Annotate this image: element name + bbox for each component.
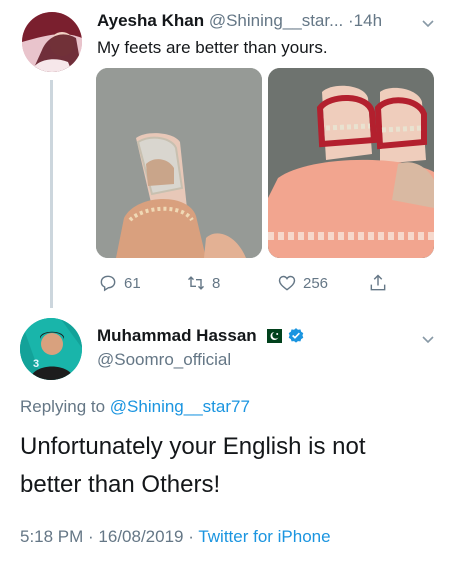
verified-badge-icon [288, 328, 303, 343]
like-icon [278, 275, 296, 291]
avatar-ayesha[interactable] [22, 12, 82, 72]
avatar-muhammad[interactable]: 3 [20, 318, 82, 380]
tweet2-text: Unfortunately your English is not better… [20, 428, 366, 504]
share-icon [370, 274, 386, 291]
chevron-down-icon[interactable] [421, 16, 435, 30]
tweet2-text-line2: better than Others! [20, 471, 221, 498]
tweet2-display-name[interactable]: Muhammad Hassan [97, 326, 257, 346]
tweet2-timestamp[interactable]: 5:18 PM · 16/08/2019 · [20, 527, 194, 546]
retweet-button[interactable]: 8 [186, 272, 220, 294]
tweet2-text-line1: Unfortunately your English is not [20, 433, 366, 460]
tweet2-source[interactable]: Twitter for iPhone [198, 527, 330, 546]
like-button[interactable]: 256 [277, 272, 328, 294]
thread-line [50, 80, 53, 308]
tweet1-photo-right[interactable] [268, 68, 434, 258]
replying-to-handle[interactable]: @Shining__star77 [110, 397, 250, 416]
tweet2-header: Muhammad Hassan [97, 326, 305, 346]
tweet1-time[interactable]: 14h [354, 11, 382, 30]
tweet1-header: Ayesha Khan @Shining__star... ·14h [97, 11, 382, 31]
tweet1-photo-left[interactable] [96, 68, 262, 258]
reply-button[interactable]: 61 [98, 272, 141, 294]
tweet1-handle[interactable]: @Shining__star... [209, 11, 343, 30]
tweet2-handle[interactable]: @Soomro_official [97, 350, 231, 370]
tweet2-meta: 5:18 PM · 16/08/2019 · Twitter for iPhon… [20, 527, 331, 547]
reply-count: 61 [124, 274, 141, 292]
retweet-count: 8 [212, 274, 221, 292]
pakistan-flag-icon [261, 329, 282, 343]
chevron-down-icon[interactable] [421, 332, 435, 346]
reply-icon [100, 275, 116, 292]
share-button[interactable] [368, 272, 388, 294]
like-count: 256 [303, 274, 329, 292]
tweet1-text: My feets are better than yours. [97, 38, 328, 57]
replying-to-label: Replying to [20, 397, 106, 416]
retweet-icon [187, 276, 205, 290]
avatar-badge: 3 [33, 358, 40, 370]
replying-to: Replying to @Shining__star77 [20, 397, 250, 417]
tweet1-display-name[interactable]: Ayesha Khan [97, 11, 204, 30]
